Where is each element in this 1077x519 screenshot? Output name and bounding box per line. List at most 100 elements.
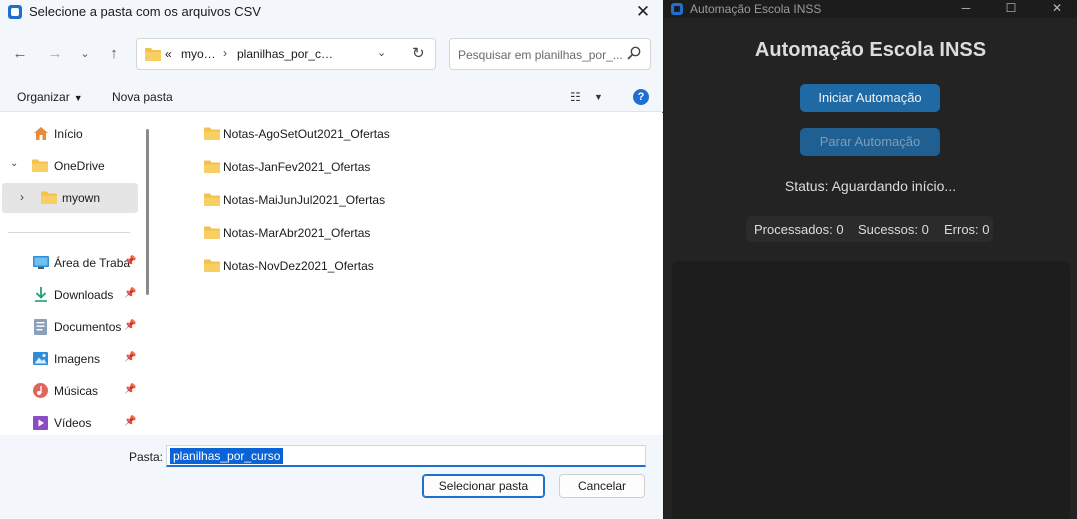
address-overflow[interactable]: «	[165, 47, 172, 61]
help-icon[interactable]: ?	[633, 89, 649, 105]
dialog-footer: Pasta: planilhas_por_curso Selecionar pa…	[0, 435, 663, 519]
start-automation-button[interactable]: Iniciar Automação	[800, 84, 940, 112]
folder-icon	[145, 48, 161, 61]
app-icon	[671, 3, 683, 15]
sidebar-divider	[8, 232, 130, 233]
dialog-title-bar: Selecione a pasta com os arquivos CSV ✕	[0, 0, 663, 24]
search-placeholder[interactable]: Pesquisar em planilhas_por_...	[458, 48, 623, 62]
stop-automation-button[interactable]: Parar Automação	[800, 128, 940, 156]
search-icon[interactable]	[626, 45, 642, 61]
sidebar-item-desktop[interactable]: Área de Traba 📌	[2, 248, 138, 278]
sidebar-item-label: OneDrive	[54, 159, 105, 173]
folder-icon	[204, 160, 220, 176]
maximize-icon[interactable]: ☐	[996, 0, 1026, 18]
breadcrumb-myown[interactable]: myo…	[181, 47, 216, 61]
successes-count: Sucessos: 0	[858, 222, 929, 237]
pin-icon[interactable]: 📌	[124, 320, 136, 331]
sidebar-item-label: Músicas	[54, 384, 99, 398]
folder-field-label: Pasta:	[129, 450, 164, 464]
errors-count: Erros: 0	[944, 222, 990, 237]
image-icon	[33, 352, 48, 365]
folder-icon	[204, 127, 220, 143]
recent-locations-chevron-icon[interactable]: ⌄	[74, 43, 96, 65]
app-title-bar: Automação Escola INSS ─ ☐ ✕	[664, 0, 1077, 18]
sidebar-item-images[interactable]: Imagens 📌	[2, 344, 138, 374]
desktop-icon	[33, 256, 49, 269]
command-bar: Organizar ▼ Nova pasta ☷ ▼ ?	[0, 84, 663, 112]
sidebar-item-label: Área de Traba	[54, 256, 131, 270]
video-icon	[33, 416, 48, 430]
processed-count: Processados: 0	[754, 222, 844, 237]
sidebar-item-documents[interactable]: Documentos 📌	[2, 312, 138, 342]
sidebar-item-label: Início	[54, 127, 83, 141]
search-box[interactable]: Pesquisar em planilhas_por_...	[449, 38, 651, 70]
sidebar-item-home[interactable]: Início	[2, 119, 138, 149]
file-name: Notas-AgoSetOut2021_Ofertas	[223, 127, 390, 141]
file-name: Notas-NovDez2021_Ofertas	[223, 259, 374, 273]
sidebar-item-onedrive[interactable]: ⌄ OneDrive	[2, 151, 138, 181]
download-icon	[35, 287, 47, 302]
document-icon	[34, 319, 47, 335]
music-icon	[33, 383, 48, 398]
sidebar-scrollbar[interactable]	[146, 129, 149, 295]
folder-icon	[41, 191, 57, 204]
sidebar-item-label: Imagens	[54, 352, 101, 366]
folder-icon	[32, 159, 48, 172]
close-icon[interactable]: ✕	[629, 0, 657, 24]
sidebar-item-label: myown	[62, 191, 101, 205]
close-icon[interactable]: ✕	[1042, 0, 1072, 18]
navigation-pane: Início ⌄ OneDrive › myown Área de Traba …	[0, 113, 150, 435]
app-heading: Automação Escola INSS	[754, 39, 987, 61]
address-dropdown-icon[interactable]: ⌄	[377, 46, 386, 59]
sidebar-item-label: Vídeos	[54, 416, 92, 430]
pin-icon[interactable]: 📌	[124, 288, 136, 299]
cancel-button[interactable]: Cancelar	[559, 474, 645, 498]
select-folder-button[interactable]: Selecionar pasta	[422, 474, 545, 498]
folder-icon	[204, 259, 220, 275]
collapse-chevron-icon[interactable]: ›	[20, 190, 24, 204]
log-area[interactable]	[672, 261, 1070, 519]
sidebar-item-label: Documentos	[54, 320, 122, 334]
sidebar-item-music[interactable]: Músicas 📌	[2, 376, 138, 406]
dialog-title: Selecione a pasta com os arquivos CSV	[29, 4, 261, 19]
folder-icon	[204, 226, 220, 242]
automation-app-window: Automação Escola INSS ─ ☐ ✕ Automação Es…	[664, 0, 1077, 519]
pin-icon[interactable]: 📌	[124, 256, 136, 267]
file-name: Notas-MaiJunJul2021_Ofertas	[223, 193, 386, 207]
pin-icon[interactable]: 📌	[124, 352, 136, 363]
app-icon	[8, 5, 22, 19]
forward-arrow-icon[interactable]: →	[44, 43, 66, 65]
status-text: Status: Aguardando início...	[784, 178, 957, 194]
refresh-icon[interactable]: ↻	[412, 44, 425, 62]
sidebar-item-videos[interactable]: Vídeos 📌	[2, 408, 138, 438]
file-list: Notas-AgoSetOut2021_Ofertas Notas-JanFev2…	[156, 113, 663, 435]
app-window-title: Automação Escola INSS	[690, 2, 822, 16]
organize-menu[interactable]: Organizar ▼	[17, 90, 83, 104]
up-arrow-icon[interactable]: ↑	[103, 43, 125, 65]
file-name: Notas-MarAbr2021_Ofertas	[223, 226, 371, 240]
pin-icon[interactable]: 📌	[124, 416, 136, 427]
folder-name-field[interactable]: planilhas_por_curso	[166, 445, 646, 467]
file-name: Notas-JanFev2021_Ofertas	[223, 160, 371, 174]
pin-icon[interactable]: 📌	[124, 384, 136, 395]
sidebar-item-label: Downloads	[54, 288, 114, 302]
back-arrow-icon[interactable]: ←	[9, 43, 31, 65]
navigation-bar: ← → ⌄ ↑ « myo… › planilhas_por_c… ⌄ ↻ Pe…	[0, 24, 663, 84]
breadcrumb-current-folder[interactable]: planilhas_por_c…	[237, 47, 333, 61]
home-icon	[34, 127, 48, 140]
sidebar-item-downloads[interactable]: Downloads 📌	[2, 280, 138, 310]
folder-name-value[interactable]: planilhas_por_curso	[170, 448, 284, 464]
address-bar[interactable]: « myo… › planilhas_por_c… ⌄ ↻	[136, 38, 436, 70]
breadcrumb-separator-icon: ›	[223, 46, 227, 60]
folder-picker-dialog: Selecione a pasta com os arquivos CSV ✕ …	[0, 0, 663, 519]
folder-icon	[204, 193, 220, 209]
organize-label: Organizar	[17, 90, 70, 104]
view-options-icon[interactable]: ☷	[570, 90, 581, 104]
new-folder-button[interactable]: Nova pasta	[112, 90, 173, 104]
stats-panel: Processados: 0 Sucessos: 0 Erros: 0	[746, 216, 993, 242]
dropdown-caret-icon: ▼	[73, 93, 83, 103]
minimize-icon[interactable]: ─	[951, 0, 981, 18]
expand-chevron-icon[interactable]: ⌄	[10, 158, 18, 169]
sidebar-item-myown[interactable]: › myown	[2, 183, 138, 213]
view-dropdown-caret-icon[interactable]: ▼	[594, 92, 603, 102]
